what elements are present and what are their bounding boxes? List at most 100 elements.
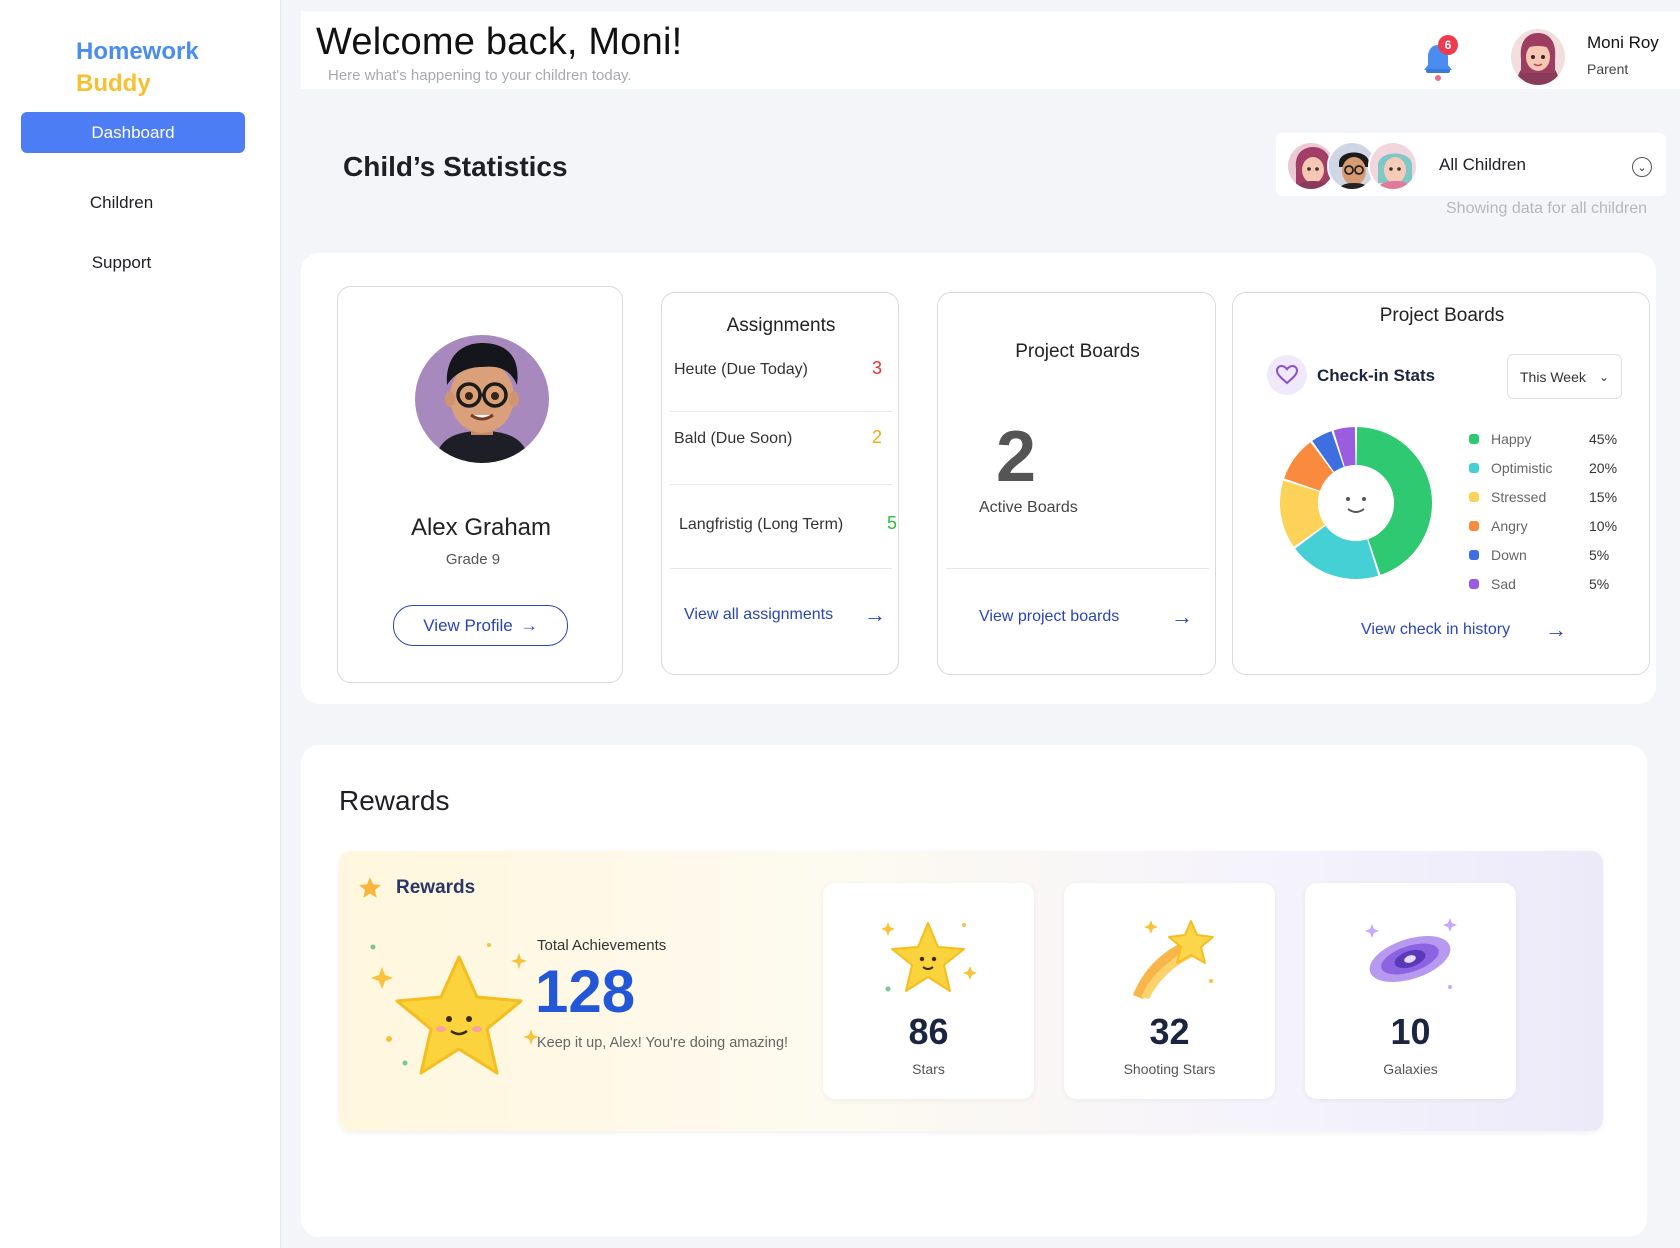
legend-value: 5% <box>1589 547 1610 563</box>
legend-swatch <box>1469 463 1479 473</box>
assignments-title: Assignments <box>726 315 836 336</box>
legend-value: 5% <box>1589 576 1610 592</box>
legend-label: Stressed <box>1491 489 1547 505</box>
assignments-card: Assignments Heute (Due Today) 3 Bald (Du… <box>661 292 899 675</box>
star-icon <box>359 877 381 898</box>
legend-label: Down <box>1491 547 1527 563</box>
shooting-star-icon <box>1133 920 1214 999</box>
star-icon <box>881 922 977 992</box>
profile-card: Alex Graham Grade 9 View Profile → <box>337 286 623 683</box>
heart-icon <box>1267 355 1307 395</box>
period-select-value: This Week <box>1520 368 1586 385</box>
child-avatar <box>415 335 549 463</box>
child-selector[interactable]: All Children ⌄ <box>1276 133 1666 196</box>
divider <box>670 568 892 569</box>
active-boards-count: 2 <box>996 417 1037 497</box>
view-profile-button[interactable]: View Profile → <box>393 605 568 646</box>
reward-card-stars[interactable]: 86 Stars <box>823 883 1034 1099</box>
galaxies-caption: Galaxies <box>1383 1061 1438 1077</box>
big-star-icon <box>370 943 539 1075</box>
assignment-count: 3 <box>871 358 882 378</box>
child-name: Alex Graham <box>410 514 552 541</box>
legend-value: 15% <box>1589 489 1618 505</box>
legend-label: Optimistic <box>1491 460 1553 476</box>
mood-donut-chart <box>1280 427 1432 579</box>
user-name: Moni Roy <box>1587 33 1659 52</box>
divider <box>670 484 892 485</box>
sidebar-item-children[interactable]: Children <box>0 193 243 213</box>
user-avatar[interactable] <box>1511 29 1565 85</box>
arrow-right-icon: → <box>520 615 538 635</box>
galaxy-icon <box>1365 918 1457 989</box>
notification-badge: 6 <box>1438 35 1458 55</box>
project-boards-title: Project Boards <box>1015 341 1140 362</box>
total-achievements-label: Total Achievements <box>537 937 667 954</box>
checkin-stats-label: Check-in Stats <box>1317 366 1436 385</box>
logo-word-buddy: Buddy <box>76 70 151 97</box>
child-avatar-3 <box>1368 141 1418 191</box>
view-all-assignments-link[interactable]: View all assignments <box>684 606 833 624</box>
page-subtitle: Here what's happening to your children t… <box>328 67 632 84</box>
legend-swatch <box>1469 521 1479 531</box>
shooting-stars-count: 32 <box>1149 1011 1190 1052</box>
legend-label: Sad <box>1491 576 1516 592</box>
assignment-label: Langfristig (Long Term) <box>679 516 844 533</box>
rewards-message: Keep it up, Alex! You're doing amazing! <box>537 1035 789 1051</box>
page-title: Welcome back, Moni! <box>316 21 683 63</box>
sidebar-item-support[interactable]: Support <box>0 253 243 273</box>
assignment-count: 2 <box>871 427 882 447</box>
sidebar-item-dashboard[interactable]: Dashboard <box>21 112 245 153</box>
view-checkin-history-link[interactable]: View check in history <box>1361 621 1510 639</box>
legend-swatch <box>1469 492 1479 502</box>
legend-value: 45% <box>1589 431 1618 447</box>
rewards-panel: Rewards Rewards Total Achievements 128 K… <box>301 745 1647 1237</box>
reward-card-galaxies[interactable]: 10 Galaxies <box>1305 883 1516 1099</box>
child-grade: Grade 9 <box>445 551 501 568</box>
stars-caption: Stars <box>912 1061 945 1077</box>
rewards-section-title: Rewards <box>339 785 450 816</box>
legend-value: 20% <box>1589 460 1618 476</box>
legend-swatch <box>1469 550 1479 560</box>
user-role: Parent <box>1587 61 1629 77</box>
sidebar: Homework Buddy Dashboard Children Suppor… <box>0 0 281 1248</box>
period-select[interactable]: This Week ⌄ <box>1507 354 1622 399</box>
legend-value: 10% <box>1589 518 1618 534</box>
checkin-card-title: Project Boards <box>1379 305 1505 326</box>
reward-card-shooting-stars[interactable]: 32 Shooting Stars <box>1064 883 1275 1099</box>
view-profile-label: View Profile <box>423 615 513 635</box>
checkin-stats-card: Project Boards Check-in Stats This Week … <box>1232 292 1650 675</box>
child-statistics-panel: Alex Graham Grade 9 View Profile → Assig… <box>301 253 1656 704</box>
app-logo[interactable]: Homework Buddy <box>76 36 199 100</box>
arrow-right-icon[interactable]: → <box>1545 617 1567 643</box>
assignment-label: Bald (Due Soon) <box>674 430 793 447</box>
project-boards-card: Project Boards 2 Active Boards View proj… <box>937 292 1216 675</box>
assignment-count: 5 <box>886 513 897 533</box>
chevron-down-icon[interactable]: ⌄ <box>1632 157 1652 177</box>
galaxies-count: 10 <box>1390 1011 1431 1052</box>
arrow-right-icon[interactable]: → <box>864 602 886 628</box>
total-achievements-value: 128 <box>535 958 636 1025</box>
shooting-stars-caption: Shooting Stars <box>1123 1061 1216 1077</box>
view-project-boards-link[interactable]: View project boards <box>979 608 1119 626</box>
top-header: Welcome back, Moni! Here what's happenin… <box>301 11 1680 89</box>
assignment-row-due-today[interactable]: Heute (Due Today) 3 <box>674 358 892 379</box>
chevron-down-icon: ⌄ <box>1598 369 1609 384</box>
assignment-row-due-soon[interactable]: Bald (Due Soon) 2 <box>674 427 892 448</box>
divider <box>670 411 892 412</box>
child-selector-note: Showing data for all children <box>1446 200 1648 217</box>
logo-word-homework: Homework <box>76 38 199 65</box>
child-selector-value: All Children <box>1439 155 1526 174</box>
section-title-child-statistics: Child’s Statistics <box>343 151 568 182</box>
arrow-right-icon[interactable]: → <box>1171 604 1193 630</box>
legend-label: Happy <box>1491 431 1532 447</box>
rewards-banner: Rewards Total Achievements 128 Keep it u… <box>339 851 1603 1131</box>
assignment-label: Heute (Due Today) <box>674 361 808 378</box>
legend-swatch <box>1469 434 1479 444</box>
rewards-banner-label: Rewards <box>396 877 476 898</box>
legend-label: Angry <box>1491 518 1528 534</box>
active-boards-label: Active Boards <box>979 499 1078 516</box>
assignment-row-long-term[interactable]: Langfristig (Long Term) 5 <box>679 513 897 534</box>
stars-count: 86 <box>908 1011 949 1052</box>
legend-swatch <box>1469 579 1479 589</box>
divider <box>946 568 1209 569</box>
